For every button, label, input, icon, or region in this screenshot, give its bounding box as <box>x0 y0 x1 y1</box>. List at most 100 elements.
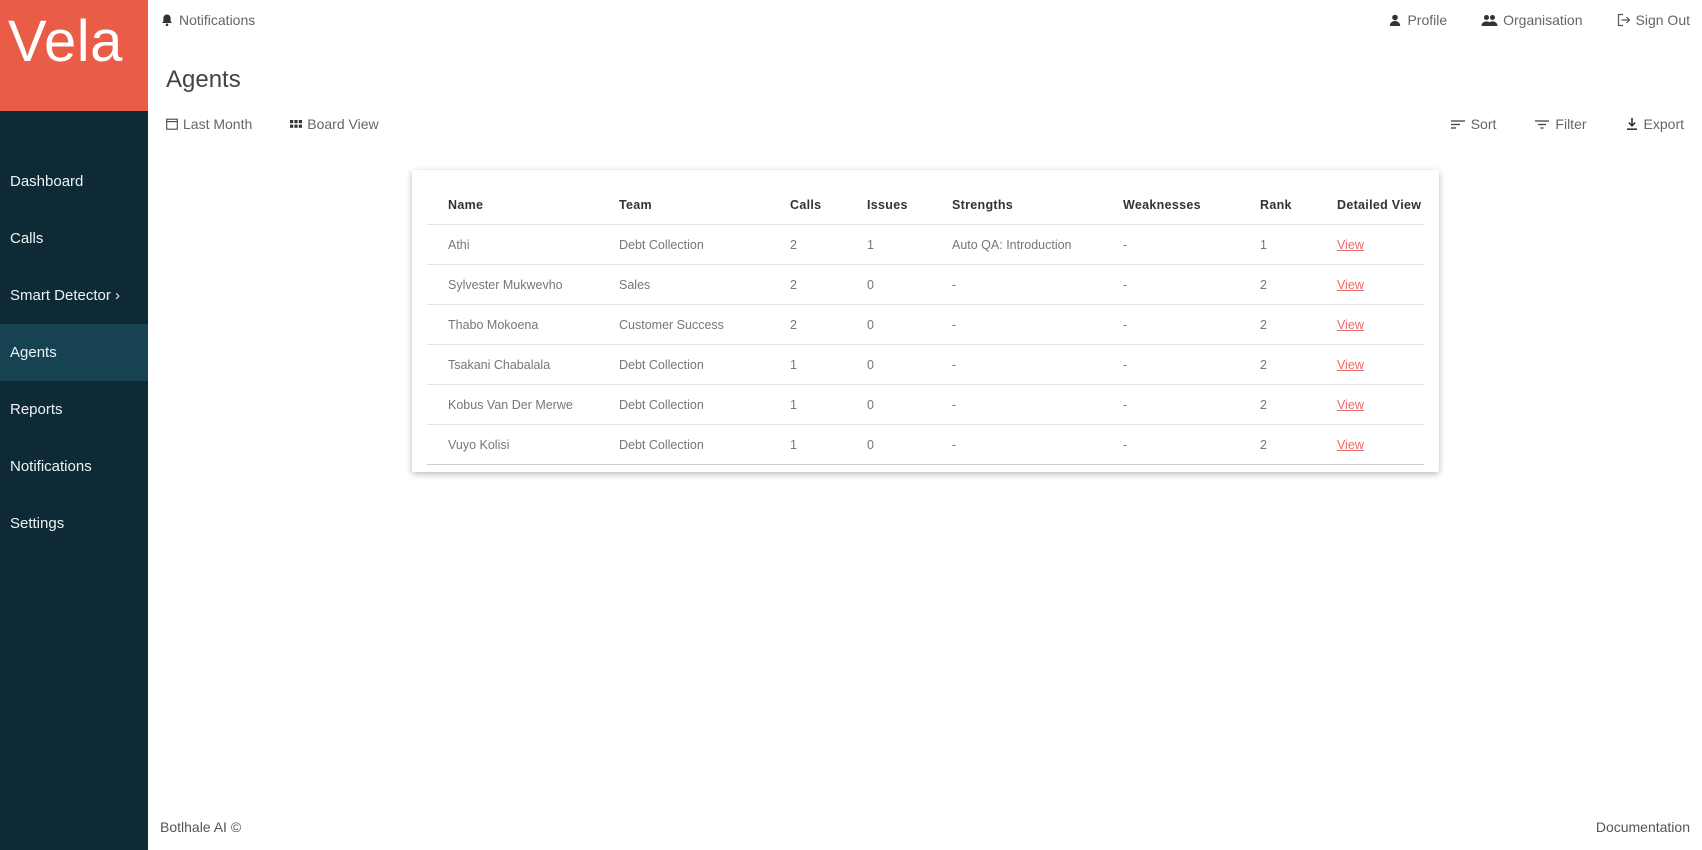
filter-icon <box>1535 120 1550 129</box>
sidebar-item-reports[interactable]: Reports <box>0 381 148 438</box>
bell-icon <box>162 14 172 27</box>
agents-table-card: Name Team Calls Issues Strengths Weaknes… <box>412 170 1439 472</box>
sidebar-item-notifications[interactable]: Notifications <box>0 438 148 495</box>
agent-team: Debt Collection <box>598 344 769 385</box>
users-icon <box>1481 15 1498 26</box>
agent-calls: 1 <box>769 384 846 425</box>
agent-rank: 2 <box>1239 264 1316 305</box>
agent-calls: 1 <box>769 424 846 465</box>
agent-strengths: Auto QA: Introduction <box>931 224 1102 265</box>
agent-calls: 2 <box>769 264 846 305</box>
logo[interactable]: Vela <box>0 0 148 111</box>
sidebar-item-smart-detector[interactable]: Smart Detector › <box>0 267 148 324</box>
sign-out-link[interactable]: Sign Out <box>1617 12 1690 28</box>
agent-weaknesses: - <box>1102 264 1239 305</box>
table-header-row: Name Team Calls Issues Strengths Weaknes… <box>427 186 1424 225</box>
notifications-link[interactable]: Notifications <box>160 12 255 28</box>
agent-weaknesses: - <box>1102 424 1239 465</box>
agent-team: Customer Success <box>598 304 769 345</box>
agent-rank: 2 <box>1239 304 1316 345</box>
sidebar-item-agents[interactable]: Agents <box>0 324 148 381</box>
agent-issues: 0 <box>846 304 931 345</box>
agent-rank: 1 <box>1239 224 1316 265</box>
sidebar-item-calls[interactable]: Calls <box>0 210 148 267</box>
agent-strengths: - <box>931 264 1102 305</box>
view-link[interactable]: View <box>1337 358 1364 372</box>
download-icon <box>1626 118 1637 130</box>
filter-label: Filter <box>1555 116 1587 132</box>
column-header-issues[interactable]: Issues <box>846 186 931 225</box>
column-header-weaknesses[interactable]: Weaknesses <box>1102 186 1239 225</box>
agent-rank: 2 <box>1239 344 1316 385</box>
agent-name: Sylvester Mukwevho <box>427 264 598 305</box>
filter-button[interactable]: Filter <box>1534 116 1587 132</box>
agent-rank: 2 <box>1239 424 1316 465</box>
detailed-view-cell: View <box>1316 224 1424 265</box>
view-link[interactable]: View <box>1337 318 1364 332</box>
agent-strengths: - <box>931 424 1102 465</box>
sort-label: Sort <box>1470 116 1497 132</box>
view-link[interactable]: View <box>1337 438 1364 452</box>
column-header-team[interactable]: Team <box>598 186 769 225</box>
agent-team: Debt Collection <box>598 424 769 465</box>
column-header-strengths[interactable]: Strengths <box>931 186 1102 225</box>
export-button[interactable]: Export <box>1625 116 1684 132</box>
sidebar-item-dashboard[interactable]: Dashboard <box>0 153 148 210</box>
sort-icon <box>1450 120 1465 129</box>
detailed-view-cell: View <box>1316 424 1424 465</box>
agent-issues: 1 <box>846 224 931 265</box>
organisation-link[interactable]: Organisation <box>1481 12 1583 28</box>
detailed-view-cell: View <box>1316 384 1424 425</box>
profile-label: Profile <box>1407 12 1448 28</box>
view-link[interactable]: View <box>1337 398 1364 412</box>
agent-issues: 0 <box>846 344 931 385</box>
sort-button[interactable]: Sort <box>1450 116 1497 132</box>
column-header-rank[interactable]: Rank <box>1239 186 1316 225</box>
column-header-name[interactable]: Name <box>427 186 598 225</box>
page-title: Agents <box>166 66 241 93</box>
agent-weaknesses: - <box>1102 384 1239 425</box>
footer-copyright: Botlhale AI © <box>160 819 242 835</box>
agent-issues: 0 <box>846 384 931 425</box>
agent-strengths: - <box>931 304 1102 345</box>
agent-strengths: - <box>931 384 1102 425</box>
view-toolbar: Last Month Board View <box>166 116 379 132</box>
agent-name: Athi <box>427 224 598 265</box>
detailed-view-cell: View <box>1316 344 1424 385</box>
date-range-button[interactable]: Last Month <box>166 116 252 132</box>
sidebar-item-settings[interactable]: Settings <box>0 495 148 552</box>
table-row: Kobus Van Der Merwe Debt Collection 1 0 … <box>427 384 1424 425</box>
agent-issues: 0 <box>846 264 931 305</box>
view-link[interactable]: View <box>1337 278 1364 292</box>
notifications-label: Notifications <box>179 12 256 28</box>
agent-weaknesses: - <box>1102 304 1239 345</box>
agent-team: Sales <box>598 264 769 305</box>
board-view-label: Board View <box>307 116 379 132</box>
table-row: Tsakani Chabalala Debt Collection 1 0 - … <box>427 344 1424 385</box>
agent-name: Kobus Van Der Merwe <box>427 384 598 425</box>
agent-calls: 2 <box>769 224 846 265</box>
agent-team: Debt Collection <box>598 384 769 425</box>
agent-rank: 2 <box>1239 384 1316 425</box>
export-label: Export <box>1643 116 1684 132</box>
table-actions: Sort Filter Export <box>1450 116 1684 132</box>
agent-weaknesses: - <box>1102 344 1239 385</box>
view-link[interactable]: View <box>1337 238 1364 252</box>
agent-calls: 2 <box>769 304 846 345</box>
organisation-label: Organisation <box>1503 12 1583 28</box>
sign-out-icon <box>1617 13 1630 27</box>
column-header-detailed-view: Detailed View <box>1316 186 1424 225</box>
profile-link[interactable]: Profile <box>1388 12 1447 28</box>
agent-name: Thabo Mokoena <box>427 304 598 345</box>
agent-team: Debt Collection <box>598 224 769 265</box>
detailed-view-cell: View <box>1316 264 1424 305</box>
agents-table: Name Team Calls Issues Strengths Weaknes… <box>427 186 1424 465</box>
agent-issues: 0 <box>846 424 931 465</box>
sidebar-nav: Dashboard Calls Smart Detector › Agents … <box>0 153 148 552</box>
detailed-view-cell: View <box>1316 304 1424 345</box>
documentation-link[interactable]: Documentation <box>1596 819 1690 835</box>
grid-icon <box>290 120 303 128</box>
table-row: Sylvester Mukwevho Sales 2 0 - - 2 View <box>427 264 1424 305</box>
board-view-button[interactable]: Board View <box>290 116 379 132</box>
column-header-calls[interactable]: Calls <box>769 186 846 225</box>
